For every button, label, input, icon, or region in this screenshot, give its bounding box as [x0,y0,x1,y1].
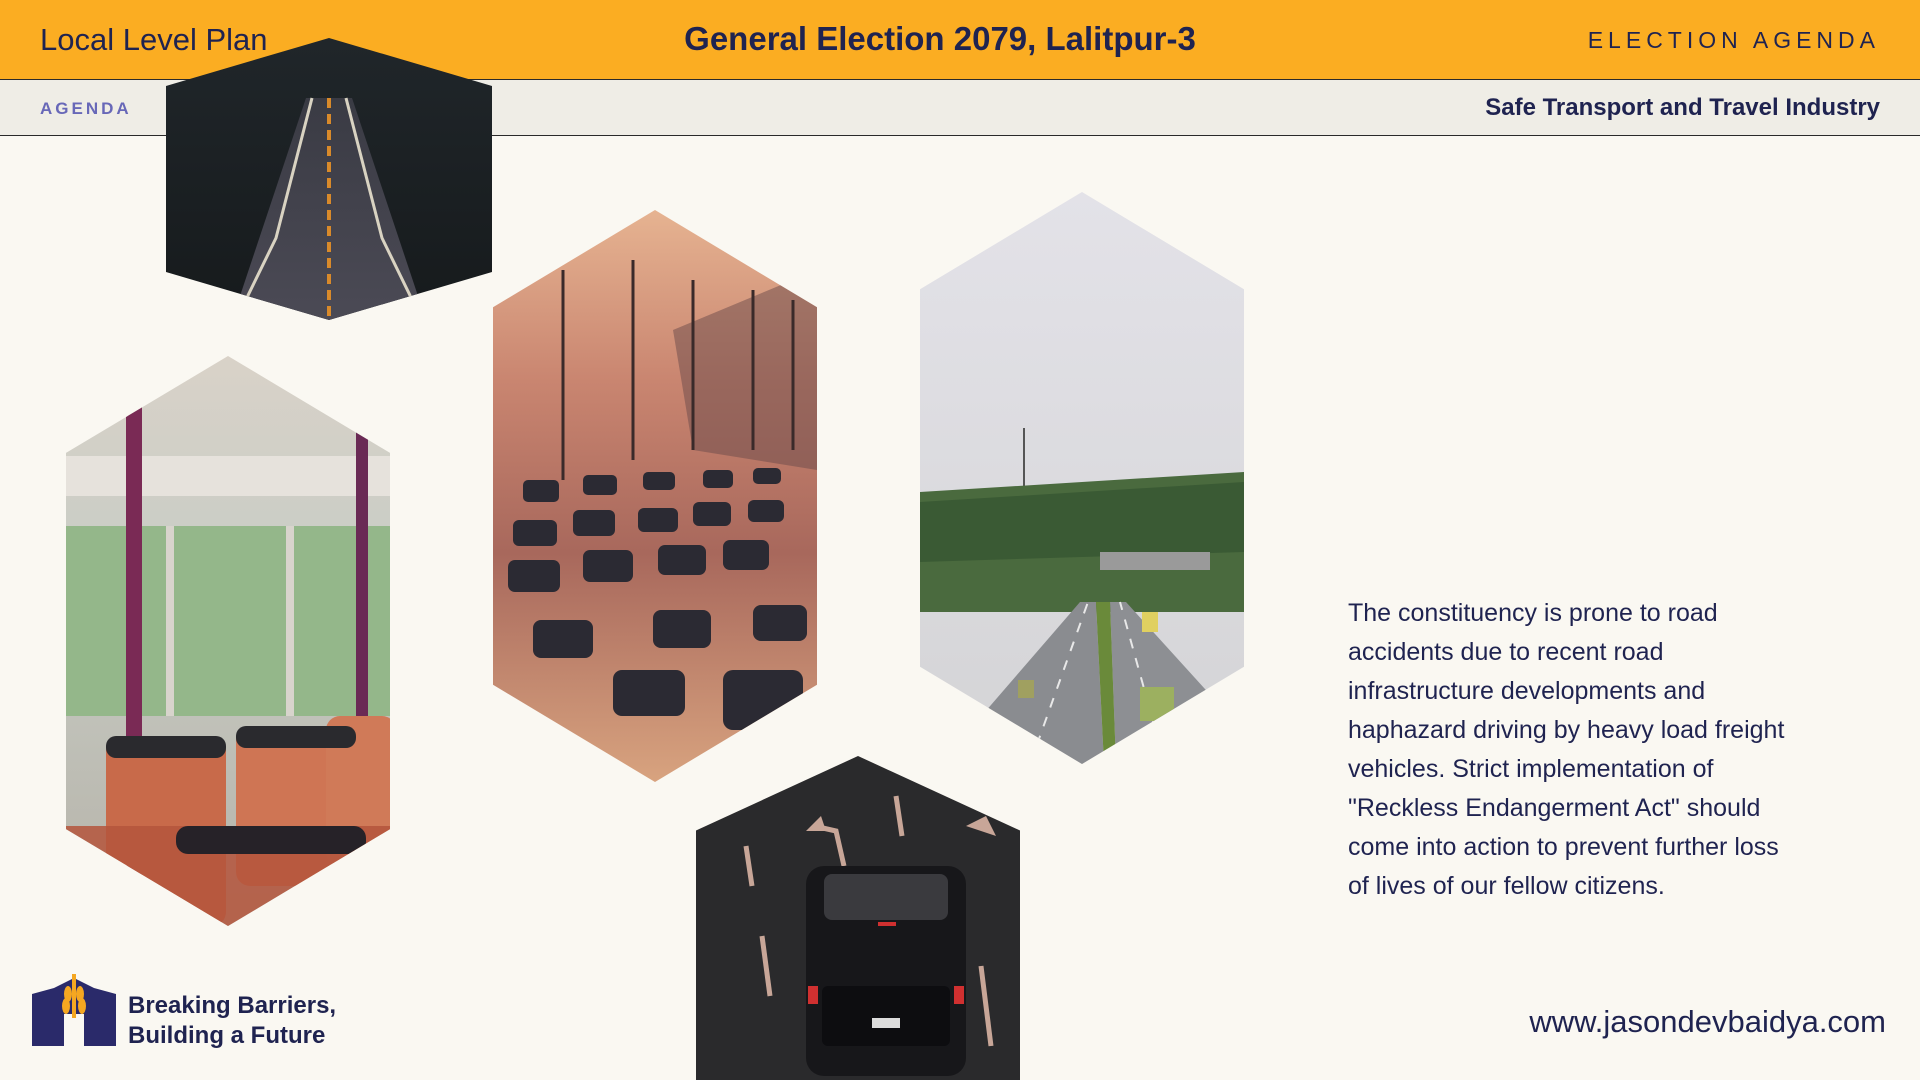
paragraph-line: come into action to prevent further loss [1348,833,1779,861]
road-illustration [166,38,492,320]
car-hex-image [696,756,1020,1080]
bus-interior-hex-image [66,356,390,926]
agenda-paragraph: The constituency is prone to road accide… [1348,594,1818,906]
paragraph-line: vehicles. Strict implementation of [1348,755,1714,783]
website-url: www.jasondevbaidya.com [1529,1004,1886,1039]
paragraph-line: of lives of our fellow citizens. [1348,872,1665,900]
logo-tagline: Breaking Barriers, Building a Future [128,991,336,1051]
wheat-house-logo-icon [32,974,116,1046]
bus-interior-illustration [66,356,390,926]
car-illustration [696,756,1020,1080]
traffic-hex-image [493,210,817,782]
traffic-illustration [493,210,817,782]
highway-illustration [920,192,1244,764]
tagline-line-1: Breaking Barriers, [128,992,337,1019]
paragraph-line: The constituency is prone to road [1348,599,1718,627]
campaign-logo: Breaking Barriers, Building a Future [32,974,392,1049]
road-hex-image [166,38,492,320]
tagline-line-2: Building a Future [128,1022,326,1049]
paragraph-line: haphazard driving by heavy load freight [1348,716,1785,744]
paragraph-line: "Reckless Endangerment Act" should [1348,794,1761,822]
header-right-label: ELECTION AGENDA [1587,27,1880,53]
section-label: AGENDA [40,99,132,118]
paragraph-line: accidents due to recent road [1348,638,1664,666]
paragraph-line: infrastructure developments and [1348,677,1706,705]
topic-title: Safe Transport and Travel Industry [1485,94,1880,121]
highway-hex-image [920,192,1244,764]
